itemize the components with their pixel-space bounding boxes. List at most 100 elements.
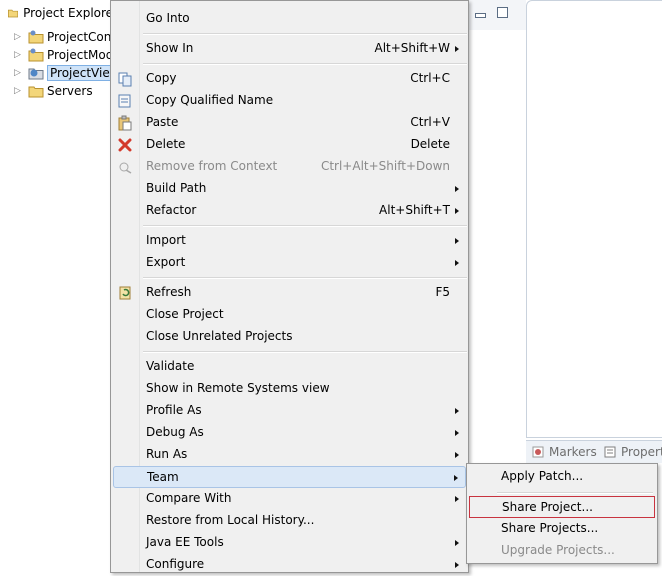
refresh-icon xyxy=(119,286,131,300)
menu-item-copy-qualified-name[interactable]: Copy Qualified Name xyxy=(113,90,466,112)
tree-item-projectview[interactable]: ▷ ProjectView xyxy=(0,64,123,82)
menu-item-paste[interactable]: Paste Ctrl+V xyxy=(113,112,466,134)
menu-separator xyxy=(143,351,467,353)
paste-icon xyxy=(118,115,132,131)
submenu-arrow-icon xyxy=(455,186,459,192)
menu-item-shortcut: Ctrl+V xyxy=(410,115,450,129)
menu-item-label: Configure xyxy=(146,557,205,571)
menu-item-delete[interactable]: Delete Delete xyxy=(113,134,466,156)
menu-item-copy[interactable]: Copy Ctrl+C xyxy=(113,68,466,90)
submenu-arrow-icon xyxy=(455,46,459,52)
submenu-arrow-icon xyxy=(455,260,459,266)
minimize-icon[interactable] xyxy=(475,13,486,18)
menu-item-label: Export xyxy=(146,255,186,269)
menu-item-close-project[interactable]: Close Project xyxy=(113,304,466,326)
tab-markers-label: Markers xyxy=(549,445,597,459)
tab-properties[interactable]: Propert xyxy=(604,445,662,459)
menu-item-apply-patch[interactable]: Apply Patch... xyxy=(469,466,655,488)
expand-icon[interactable]: ▷ xyxy=(14,68,24,78)
menu-item-label: Share Projects... xyxy=(501,521,599,535)
project-explorer-view: Project Explorer ▷ ProjectConf ▷ Project… xyxy=(0,0,123,573)
menu-item-show-in-remote-systems[interactable]: Show in Remote Systems view xyxy=(113,378,466,400)
menu-item-label: Run As xyxy=(146,447,188,461)
menu-item-label: Java EE Tools xyxy=(146,535,224,549)
menu-item-close-unrelated-projects[interactable]: Close Unrelated Projects xyxy=(113,326,466,348)
menu-item-show-in[interactable]: Show In Alt+Shift+W xyxy=(113,38,466,60)
menu-item-shortcut: Alt+Shift+T xyxy=(379,203,450,217)
menu-item-label: Remove from Context xyxy=(146,159,278,173)
menu-item-label: Apply Patch... xyxy=(501,469,584,483)
menu-item-profile-as[interactable]: Profile As xyxy=(113,400,466,422)
menu-item-label: Share Project... xyxy=(502,500,593,514)
menu-item-label: Import xyxy=(146,233,186,247)
project-folder-icon xyxy=(28,48,44,62)
menu-item-label: Copy xyxy=(146,71,177,85)
menu-item-label: Delete xyxy=(146,137,186,151)
menu-separator xyxy=(143,225,467,227)
submenu-arrow-icon xyxy=(455,496,459,502)
menu-item-shortcut: Ctrl+C xyxy=(410,71,450,85)
menu-item-java-ee-tools[interactable]: Java EE Tools xyxy=(113,532,466,554)
menu-item-import[interactable]: Import xyxy=(113,230,466,252)
menu-item-shortcut: Ctrl+Alt+Shift+Down xyxy=(320,159,450,173)
tab-markers[interactable]: Markers xyxy=(532,445,597,459)
menu-item-refactor[interactable]: Refactor Alt+Shift+T xyxy=(113,200,466,222)
menu-item-label: Profile As xyxy=(146,403,202,417)
menu-item-label: Refresh xyxy=(146,285,192,299)
copy-icon xyxy=(118,72,132,87)
menu-item-label: Restore from Local History... xyxy=(146,513,315,527)
menu-item-label: Copy Qualified Name xyxy=(146,93,274,107)
menu-separator xyxy=(143,33,467,35)
menu-item-label: Go Into xyxy=(146,11,190,25)
menu-item-go-into[interactable]: Go Into xyxy=(113,8,466,30)
menu-item-label: Paste xyxy=(146,115,179,129)
submenu-arrow-icon xyxy=(455,408,459,414)
menu-item-debug-as[interactable]: Debug As xyxy=(113,422,466,444)
menu-item-share-project[interactable]: Share Project... xyxy=(469,496,655,518)
bottom-tab-bar: Markers Propert xyxy=(526,440,662,463)
copy-qualified-name-icon xyxy=(118,94,131,108)
expand-icon[interactable]: ▷ xyxy=(14,50,24,60)
team-submenu: Apply Patch... Share Project... Share Pr… xyxy=(466,463,658,564)
menu-separator xyxy=(143,63,467,65)
project-explorer-title: Project Explorer xyxy=(23,6,118,20)
remove-context-icon xyxy=(119,162,132,174)
menu-item-share-projects[interactable]: Share Projects... xyxy=(469,518,655,540)
folder-icon xyxy=(28,86,44,98)
menu-item-refresh[interactable]: Refresh F5 xyxy=(113,282,466,304)
menu-item-export[interactable]: Export xyxy=(113,252,466,274)
submenu-arrow-icon xyxy=(455,540,459,546)
context-menu: Go Into Show In Alt+Shift+W Copy Ctrl+C … xyxy=(110,0,469,573)
project-explorer-tab[interactable]: Project Explorer xyxy=(0,2,118,24)
menu-item-build-path[interactable]: Build Path xyxy=(113,178,466,200)
menu-item-compare-with[interactable]: Compare With xyxy=(113,488,466,510)
project-folder-icon xyxy=(28,30,44,44)
tree-item-servers[interactable]: ▷ Servers xyxy=(0,82,93,100)
expand-icon[interactable]: ▷ xyxy=(14,86,24,96)
menu-item-label: Close Unrelated Projects xyxy=(146,329,293,343)
menu-item-label: Compare With xyxy=(146,491,232,505)
expand-icon[interactable]: ▷ xyxy=(14,32,24,42)
tree-item-label: Servers xyxy=(47,84,93,98)
menu-item-shortcut: F5 xyxy=(435,285,450,299)
tree-item-projectconf[interactable]: ▷ ProjectConf xyxy=(0,28,116,46)
menu-item-run-as[interactable]: Run As xyxy=(113,444,466,466)
menu-item-label: Show In xyxy=(146,41,194,55)
web-project-icon xyxy=(28,68,44,80)
menu-item-remove-from-context: Remove from Context Ctrl+Alt+Shift+Down xyxy=(113,156,466,178)
menu-item-team[interactable]: Team xyxy=(113,466,466,488)
menu-separator xyxy=(143,277,467,279)
maximize-icon[interactable] xyxy=(497,7,508,18)
menu-item-label: Validate xyxy=(146,359,195,373)
submenu-arrow-icon xyxy=(454,475,458,481)
tree-item-label: ProjectMod xyxy=(47,48,114,62)
menu-item-label: Refactor xyxy=(146,203,197,217)
menu-item-shortcut: Delete xyxy=(410,137,450,151)
submenu-arrow-icon xyxy=(455,430,459,436)
tree-item-projectmod[interactable]: ▷ ProjectMod xyxy=(0,46,113,64)
menu-item-restore-from-local-history[interactable]: Restore from Local History... xyxy=(113,510,466,532)
submenu-arrow-icon xyxy=(455,562,459,568)
menu-item-label: Show in Remote Systems view xyxy=(146,381,330,395)
delete-icon xyxy=(118,138,132,152)
menu-item-validate[interactable]: Validate xyxy=(113,356,466,378)
